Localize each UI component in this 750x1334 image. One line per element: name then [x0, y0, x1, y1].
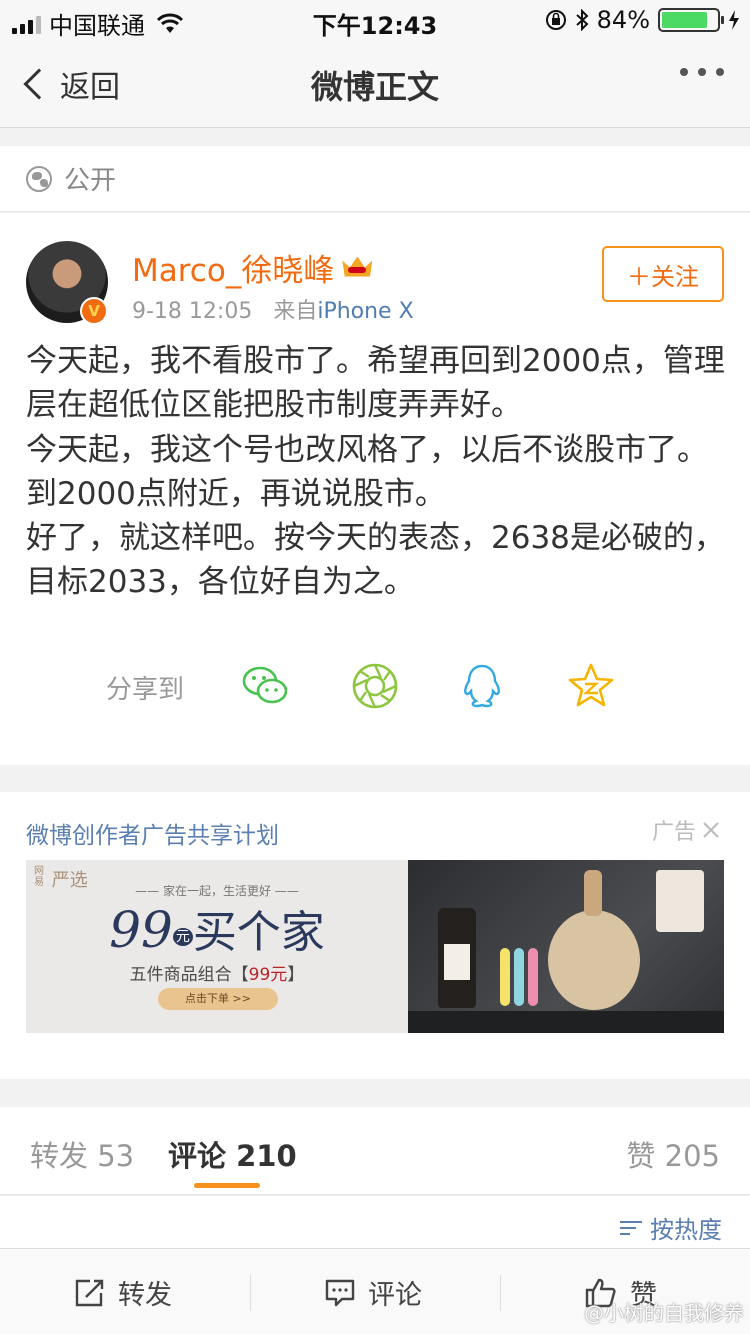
post-paragraph: 今天起，我这个号也改风格了，以后不谈股市了。到2000点附近，再说说股市。 — [26, 431, 708, 512]
post-card: V Marco_徐晓峰 9-18 12:05 来自iPhone X ＋关注 今天… — [0, 213, 750, 765]
ad-banner-text-panel: 网易 严选 —— 家在一起，生活更好 —— 99 元买个家 五件商品组合【99元】… — [26, 860, 408, 1033]
post-paragraph: 好了，就这样吧。按今天的表态，2638是必破的，目标2033，各位好自为之。 — [26, 520, 725, 601]
moments-icon[interactable] — [350, 661, 400, 711]
nav-bar: 返回 微博正文 — [0, 40, 750, 128]
more-options-button[interactable] — [680, 68, 724, 76]
ad-tag-label: 广告 — [651, 820, 696, 845]
wechat-icon[interactable] — [240, 661, 290, 711]
charging-icon — [729, 10, 739, 30]
comment-button[interactable]: 评论 — [324, 1273, 422, 1312]
ad-program-link[interactable]: 微博创作者广告共享计划 — [26, 816, 279, 850]
watermark: @小树的自我修养 — [584, 1301, 744, 1325]
qzone-icon[interactable] — [566, 661, 616, 711]
dot-icon — [698, 68, 706, 76]
globe-icon — [26, 165, 52, 192]
verified-badge-icon: V — [80, 297, 108, 325]
comment-icon — [325, 1279, 355, 1306]
ad-dismiss-button[interactable]: 广告 — [652, 814, 720, 846]
active-tab-indicator — [194, 1183, 260, 1188]
tab-likes[interactable]: 赞 205 — [626, 1133, 720, 1175]
board-handle-image — [584, 870, 602, 916]
repost-icon — [75, 1279, 104, 1306]
bottle-label-image — [444, 944, 470, 980]
sort-icon — [620, 1219, 642, 1237]
tab-reposts[interactable]: 转发 53 — [30, 1133, 134, 1175]
ad-product-photo — [408, 860, 724, 1033]
follow-button[interactable]: ＋关注 — [602, 246, 724, 302]
share-row: 分享到 — [0, 659, 750, 713]
ad-subtext: 五件商品组合【99元】 — [26, 960, 408, 985]
sort-label: 按热度 — [650, 1216, 722, 1244]
author-name-text: Marco_徐晓峰 — [132, 253, 335, 289]
ad-price-unit: 元 — [172, 927, 193, 946]
author-name[interactable]: Marco_徐晓峰 — [132, 245, 372, 290]
repost-button[interactable]: 转发 — [74, 1273, 172, 1312]
ad-sub-end: 】 — [287, 965, 305, 985]
source-prefix: 来自 — [273, 299, 318, 324]
ad-card: 微博创作者广告共享计划 广告 网易 严选 —— 家在一起，生活更好 —— 99 元… — [0, 792, 750, 1079]
ad-headline-text: 买个家 — [192, 907, 325, 958]
post-paragraph: 今天起，我不看股市了。希望再回到2000点，管理层在超低位区能把股市制度弄弄好。 — [26, 343, 725, 424]
ad-sub-text: 五件商品组合【 — [129, 965, 249, 985]
post-source[interactable]: iPhone X — [317, 299, 413, 324]
battery-level — [662, 12, 708, 28]
status-bar: 中国联通 下午12:43 84% — [0, 0, 750, 40]
post-text: 今天起，我不看股市了。希望再回到2000点，管理层在超低位区能把股市制度弄弄好。… — [26, 339, 726, 605]
ad-price-number: 99 — [109, 901, 173, 959]
ad-headline: 99 元买个家 — [26, 896, 408, 960]
ad-cta-button[interactable]: 点击下单 >> — [158, 988, 278, 1010]
close-icon — [703, 822, 719, 838]
page-title: 微博正文 — [310, 68, 439, 106]
post-meta: 9-18 12:05 来自iPhone X — [132, 293, 414, 325]
sort-row: 按热度 — [0, 1196, 750, 1248]
sort-by-hot-button[interactable]: 按热度 — [620, 1210, 722, 1245]
qq-icon[interactable] — [457, 661, 507, 711]
share-label: 分享到 — [106, 675, 185, 705]
utensil-image — [514, 948, 524, 1006]
utensil-image — [500, 948, 510, 1006]
post-time: 9-18 12:05 — [132, 299, 253, 324]
visibility-label: 公开 — [64, 166, 117, 196]
bluetooth-icon — [575, 9, 589, 31]
battery-icon — [658, 8, 724, 32]
repost-label: 转发 — [118, 1280, 172, 1311]
tab-comments[interactable]: 评论 210 — [168, 1133, 297, 1175]
battery-percent: 84% — [596, 6, 650, 34]
shelf-image — [408, 1011, 724, 1033]
cutting-board-image — [548, 910, 640, 1010]
towel-image — [656, 870, 704, 932]
bottom-action-bar: 转发 评论 赞 @小树的自我修养 — [0, 1248, 750, 1334]
dot-icon — [680, 68, 688, 76]
dot-icon — [716, 68, 724, 76]
crown-icon — [342, 255, 372, 281]
utensil-image — [528, 948, 538, 1006]
interaction-tabs: 转发 53 评论 210 赞 205 — [0, 1107, 750, 1195]
orientation-lock-icon — [545, 10, 566, 30]
divider — [500, 1275, 501, 1311]
divider — [250, 1275, 251, 1311]
comment-label: 评论 — [368, 1280, 422, 1311]
ad-sub-price: 99元 — [248, 965, 288, 985]
ad-banner[interactable]: 网易 严选 —— 家在一起，生活更好 —— 99 元买个家 五件商品组合【99元】… — [26, 860, 724, 1033]
visibility-row: 公开 — [0, 146, 750, 212]
